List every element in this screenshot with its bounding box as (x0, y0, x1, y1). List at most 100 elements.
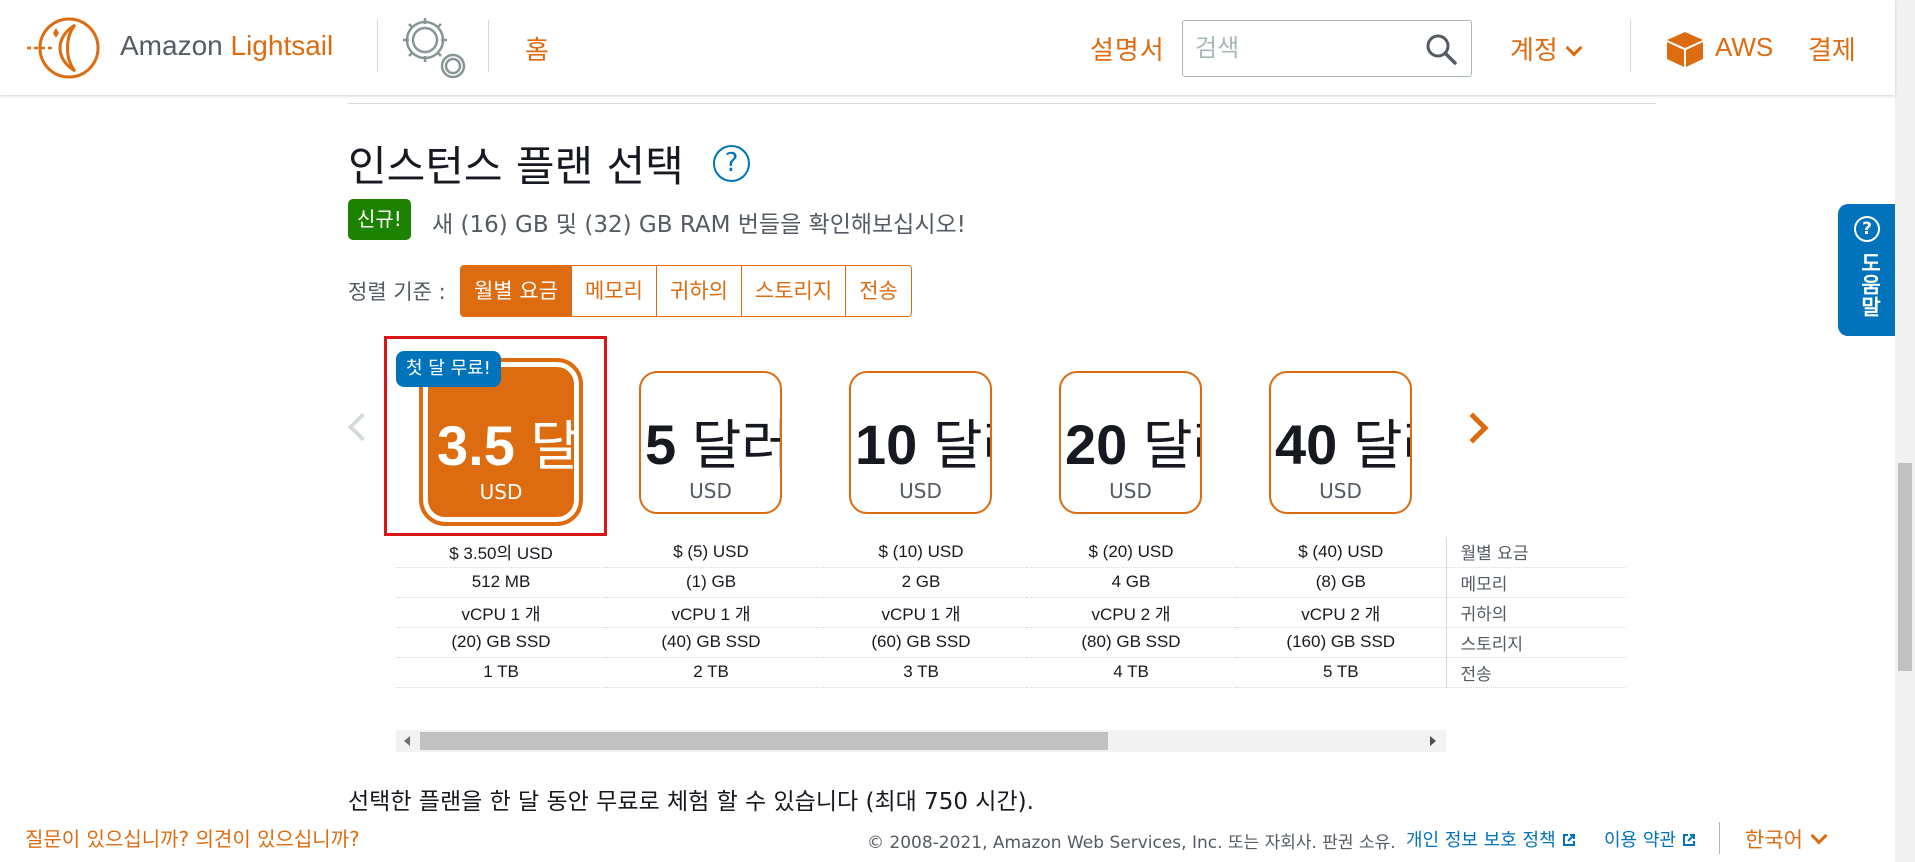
help-icon: ? (1854, 216, 1880, 242)
plan-currency: USD (689, 479, 732, 503)
spec-row-label: 월별 요금 (1445, 537, 1626, 568)
spec-cell: $ (10) USD (816, 537, 1026, 568)
new-badge: 신규! (348, 199, 411, 240)
footer-divider (1719, 822, 1720, 854)
spec-cell: (80) GB SSD (1026, 627, 1236, 658)
help-panel-tab[interactable]: ? 도움말 (1838, 204, 1895, 336)
spec-cell: vCPU 2 개 (1026, 597, 1236, 628)
plan-price: 3.5 달러 (437, 402, 581, 481)
help-icon[interactable]: ? (713, 145, 750, 182)
spec-cell: (40) GB SSD (606, 627, 816, 658)
search-box (1182, 20, 1472, 77)
spec-cell: (8) GB (1236, 567, 1446, 598)
plan-price: 40 달러 (1275, 401, 1410, 480)
privacy-policy-link[interactable]: 개인 정보 보호 정책 (1406, 826, 1576, 852)
plan-currency: USD (1109, 479, 1152, 503)
external-link-icon (1682, 834, 1695, 846)
plan-card-10[interactable]: 10 달러 USD (849, 371, 992, 514)
plan-price-amount: 10 (855, 413, 918, 476)
home-link[interactable]: 홈 (525, 30, 549, 67)
language-selector[interactable]: 한국어 (1745, 824, 1828, 854)
scrollbar-thumb[interactable] (1898, 463, 1912, 671)
plan-price: 20 달러 (1065, 401, 1200, 480)
billing-link[interactable]: 결제 (1808, 30, 1856, 67)
spec-cell: 4 TB (1026, 657, 1236, 688)
section-divider (348, 103, 1656, 104)
scroll-left-icon[interactable] (404, 736, 410, 746)
carousel-prev-icon[interactable] (347, 412, 377, 442)
chevron-down-icon (1810, 827, 1828, 845)
spec-cell: vCPU 1 개 (396, 597, 606, 628)
free-trial-notice: 선택한 플랜을 한 달 동안 무료로 체험 할 수 있습니다 (최대 750 시… (348, 789, 1034, 815)
sort-by-storage-button[interactable]: 스토리지 (741, 266, 847, 316)
spec-cell: vCPU 2 개 (1236, 597, 1446, 628)
search-input[interactable] (1183, 21, 1413, 74)
table-row: 1 TB 2 TB 3 TB 4 TB 5 TB 전송 (396, 657, 1626, 688)
plan-currency: USD (1319, 479, 1362, 503)
plan-card-40[interactable]: 40 달러 USD (1269, 371, 1412, 514)
plan-card-5[interactable]: 5 달러 USD (639, 371, 782, 514)
sort-by-memory-button[interactable]: 메모리 (571, 266, 657, 316)
spec-cell: $ (5) USD (606, 537, 816, 568)
plan-price-unit: 달러 (691, 414, 782, 477)
spec-row-label: 전송 (1445, 657, 1626, 688)
table-row: vCPU 1 개 vCPU 1 개 vCPU 1 개 vCPU 2 개 vCPU… (396, 597, 1626, 628)
plan-card-20[interactable]: 20 달러 USD (1059, 371, 1202, 514)
feedback-link[interactable]: 질문이 있으십니까? 의견이 있으십니까? (25, 823, 360, 852)
docs-link[interactable]: 설명서 (1090, 30, 1165, 67)
plan-currency: USD (899, 479, 942, 503)
table-row: 512 MB (1) GB 2 GB 4 GB (8) GB 메모리 (396, 567, 1626, 598)
plan-price-amount: 5 (645, 413, 677, 476)
aws-console-link[interactable]: AWS (1715, 32, 1773, 63)
gear-icon[interactable] (395, 12, 470, 82)
top-nav-bar: Amazon Lightsail 홈 설명서 계정 AWS 결제 (0, 0, 1895, 95)
plan-price: 10 달러 (855, 401, 990, 480)
plan-spec-table: $ 3.50의 USD $ (5) USD $ (10) USD $ (20) … (396, 537, 1626, 688)
plan-price-amount: 20 (1065, 413, 1128, 476)
spec-cell: 2 TB (606, 657, 816, 688)
sort-by-monthly-price-button[interactable]: 월별 요금 (461, 266, 572, 316)
sort-by-transfer-button[interactable]: 전송 (846, 266, 911, 316)
plan-price-amount: 40 (1275, 413, 1338, 476)
account-menu[interactable]: 계정 (1510, 30, 1583, 67)
privacy-policy-label: 개인 정보 보호 정책 (1406, 830, 1556, 851)
scrollbar-thumb[interactable] (420, 732, 1108, 750)
spec-cell: $ 3.50의 USD (396, 537, 606, 568)
new-bundles-notice: 새 (16) GB 및 (32) GB RAM 번들을 확인해보십시오! (432, 212, 966, 238)
external-link-icon (1562, 834, 1575, 846)
page-vertical-scrollbar[interactable] (1895, 0, 1915, 862)
brand-product: Lightsail (230, 30, 334, 61)
spec-cell: 4 GB (1026, 567, 1236, 598)
copyright-text: © 2008-2021, Amazon Web Services, Inc. 또… (867, 833, 1396, 853)
terms-of-use-label: 이용 약관 (1604, 830, 1676, 851)
plan-price-unit: 달러 (932, 414, 990, 477)
header-divider (488, 20, 489, 72)
lightsail-logo-icon[interactable] (25, 15, 105, 81)
plan-price-unit: 달러 (530, 415, 581, 478)
table-row: $ 3.50의 USD $ (5) USD $ (10) USD $ (20) … (396, 537, 1626, 568)
header-divider (377, 20, 378, 72)
spec-cell: 512 MB (396, 567, 606, 598)
sort-by-processing-button[interactable]: 귀하의 (656, 266, 742, 316)
spec-cell: (160) GB SSD (1236, 627, 1446, 658)
plan-horizontal-scrollbar[interactable] (396, 730, 1446, 752)
spec-row-label: 스토리지 (1445, 627, 1626, 658)
brand-name[interactable]: Amazon Lightsail (120, 30, 333, 62)
terms-of-use-link[interactable]: 이용 약관 (1604, 826, 1696, 852)
spec-row-label: 귀하의 (1445, 597, 1626, 628)
table-row: (20) GB SSD (40) GB SSD (60) GB SSD (80)… (396, 627, 1626, 658)
plan-price-unit: 달러 (1352, 414, 1410, 477)
sort-button-group: 월별 요금 메모리 귀하의 스토리지 전송 (460, 265, 912, 317)
help-tab-label: 도움말 (1858, 252, 1882, 318)
search-icon[interactable] (1425, 33, 1457, 65)
sort-label: 정렬 기준 : (348, 280, 446, 304)
carousel-next-icon[interactable] (1457, 412, 1489, 444)
spec-cell: 2 GB (816, 567, 1026, 598)
spec-cell: 1 TB (396, 657, 606, 688)
plan-price: 5 달러 (645, 401, 782, 480)
aws-cube-icon[interactable] (1665, 30, 1705, 68)
plan-currency: USD (479, 480, 523, 504)
plan-price-unit: 달러 (1142, 414, 1200, 477)
scroll-right-icon[interactable] (1430, 736, 1436, 746)
plan-price-amount: 3.5 (437, 414, 515, 477)
